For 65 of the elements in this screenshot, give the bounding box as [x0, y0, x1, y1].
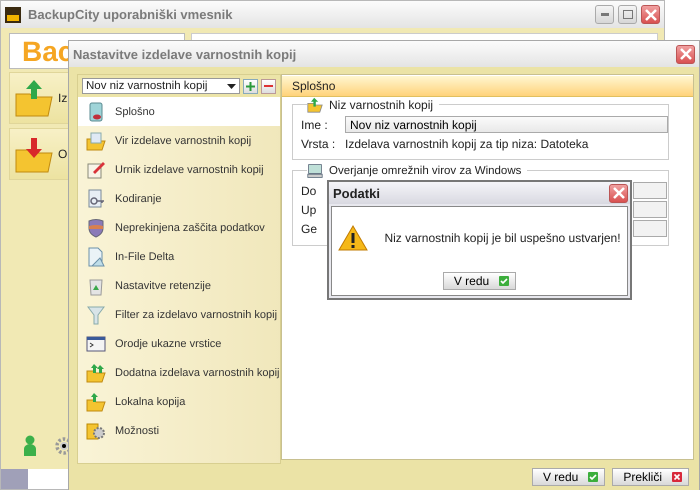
pencil-note-icon — [86, 160, 106, 180]
app-icon — [5, 6, 21, 22]
name-label: Ime : — [301, 118, 329, 132]
folder-upload-icon — [307, 97, 323, 113]
minimize-icon — [600, 13, 608, 16]
folder-icon — [86, 130, 106, 150]
sidebar-item[interactable]: Kodiranje — [78, 184, 280, 213]
gear-icon — [86, 420, 106, 440]
folder-arrow-icon — [86, 392, 106, 412]
backup-set-dropdown[interactable]: Nov niz varnostnih kopij — [82, 78, 240, 94]
sidebar-item[interactable]: Splošno — [78, 97, 280, 126]
sidebar-item[interactable]: Lokalna kopija — [78, 387, 280, 416]
type-label: Vrsta : — [301, 136, 336, 150]
input-field[interactable] — [633, 201, 667, 218]
ok-button[interactable]: V redu — [532, 468, 606, 486]
maximize-icon — [622, 10, 632, 19]
check-icon — [499, 276, 510, 286]
name-field[interactable]: Nov niz varnostnih kopij — [345, 116, 668, 133]
window-title: BackupCity uporabniški vmesnik — [28, 7, 232, 22]
sidebar-item[interactable]: Dodatna izdelava varnostnih kopij — [78, 358, 280, 387]
minimize-button[interactable] — [595, 5, 614, 24]
sidebar-item[interactable]: Vir izdelave varnostnih kopij — [78, 126, 280, 155]
folder-upload-icon — [14, 78, 54, 118]
funnel-icon — [86, 304, 106, 324]
dropdown-arrow-icon — [227, 84, 236, 88]
sidebar-item[interactable]: In-File Delta — [78, 242, 280, 271]
input-field[interactable] — [633, 182, 667, 199]
shield-icon — [86, 218, 106, 238]
cancel-button[interactable]: Prekliči — [612, 468, 689, 486]
type-value: Izdelava varnostnih kopij za tip niza: Datoteka — [345, 136, 588, 150]
cross-icon — [672, 472, 682, 482]
user-icon[interactable] — [23, 435, 37, 457]
terminal-icon — [86, 334, 106, 354]
field-label: Up — [301, 202, 318, 216]
add-button[interactable] — [243, 78, 258, 94]
check-icon — [588, 472, 598, 482]
input-field[interactable] — [633, 220, 667, 237]
page-icon — [86, 246, 106, 266]
message-text: Niz varnostnih kopij je bil uspešno ustvarjen! — [384, 231, 621, 245]
remove-button[interactable] — [261, 78, 276, 94]
status-bar-field — [28, 469, 69, 489]
field-label: Do — [301, 184, 318, 198]
sidebar-item[interactable]: Orodje ukazne vrstice — [78, 329, 280, 358]
close-button[interactable] — [676, 44, 695, 64]
maximize-button[interactable] — [618, 5, 637, 24]
sidebar-item[interactable]: Možnosti — [78, 416, 280, 445]
warning-icon — [338, 225, 368, 251]
close-button[interactable] — [641, 5, 660, 24]
dialog-title: Podatki — [333, 186, 380, 200]
field-label: Ge — [301, 222, 318, 236]
folder-arrows-icon — [86, 362, 106, 382]
close-button[interactable] — [609, 184, 628, 202]
group-title: Overjanje omrežnih virov za Windows — [329, 165, 522, 177]
sidebar-item[interactable]: Nastavitve retenzije — [78, 271, 280, 300]
group-title: Niz varnostnih kopij — [329, 98, 434, 112]
sidebar-item[interactable]: Neprekinjena zaščita podatkov — [78, 213, 280, 242]
key-icon — [86, 188, 106, 208]
sidebar-item[interactable]: Filter za izdelavo varnostnih kopij — [78, 300, 280, 329]
minus-icon — [264, 84, 273, 88]
sidebar-item[interactable]: Urnik izdelave varnostnih kopij — [78, 155, 280, 184]
plus-icon — [246, 82, 255, 90]
gear-icon[interactable] — [53, 435, 71, 457]
status-bar-segment — [1, 469, 28, 489]
ok-button[interactable]: V redu — [442, 272, 516, 290]
section-header: Splošno — [282, 76, 693, 97]
